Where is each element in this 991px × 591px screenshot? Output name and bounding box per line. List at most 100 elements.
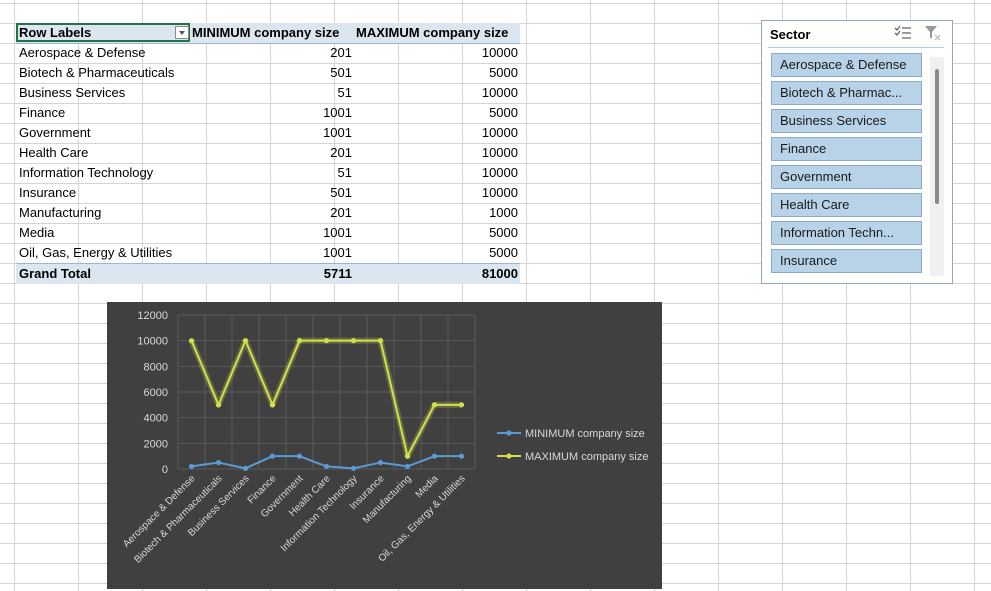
series-point xyxy=(242,465,249,471)
x-tick-label: Manufacturing xyxy=(361,473,414,526)
pivot-row-max: 10000 xyxy=(481,165,518,180)
pivot-row-max: 10000 xyxy=(481,145,518,160)
filter-dropdown-button[interactable] xyxy=(175,26,189,39)
pivot-row-max: 5000 xyxy=(489,245,518,260)
line-chart-svg: 020004000600080001000012000Aerospace & D… xyxy=(121,310,648,566)
slicer-item[interactable]: Biotech & Pharmac... xyxy=(771,81,922,105)
series-point xyxy=(296,453,303,459)
grand-total-label: Grand Total xyxy=(19,266,91,281)
slicer-scroll-thumb[interactable] xyxy=(935,69,939,204)
pivot-row[interactable]: Government 1001 10000 xyxy=(16,123,520,143)
pivot-row[interactable]: Business Services 51 10000 xyxy=(16,83,520,103)
slicer-item[interactable]: Business Services xyxy=(771,109,922,133)
grand-total-min: 5711 xyxy=(323,266,352,281)
series-point xyxy=(431,402,438,408)
y-tick-label: 8000 xyxy=(144,361,168,373)
pivot-row-label: Oil, Gas, Energy & Utilities xyxy=(19,245,173,260)
y-tick-label: 2000 xyxy=(144,438,168,450)
y-tick-label: 10000 xyxy=(137,336,168,348)
series-point xyxy=(404,463,411,470)
pivot-row[interactable]: Biotech & Pharmaceuticals 501 5000 xyxy=(16,63,520,83)
y-tick-label: 12000 xyxy=(137,310,168,322)
pivot-row[interactable]: Aerospace & Defense 201 10000 xyxy=(16,43,520,63)
pivot-row-min: 201 xyxy=(330,205,352,220)
pivot-row-min: 1001 xyxy=(323,105,352,120)
pivot-row-min: 1001 xyxy=(323,225,352,240)
sector-slicer[interactable]: Sector Aerospace & Defense Biotech & Phar… xyxy=(761,20,953,284)
pivot-row[interactable]: Manufacturing 201 1000 xyxy=(16,203,520,223)
slicer-title: Sector xyxy=(770,27,811,42)
y-tick-label: 4000 xyxy=(144,413,168,425)
pivot-row-label: Aerospace & Defense xyxy=(19,45,146,60)
pivot-row-min: 51 xyxy=(337,165,352,180)
pivot-row-max: 5000 xyxy=(489,225,518,240)
series-point xyxy=(242,338,249,344)
series-point xyxy=(323,338,330,344)
series-point xyxy=(377,459,384,466)
series-point xyxy=(350,338,357,344)
grand-total-max: 81000 xyxy=(481,266,518,281)
pivot-row[interactable]: Oil, Gas, Energy & Utilities 1001 5000 xyxy=(16,243,520,263)
series-point xyxy=(323,463,330,470)
series-point xyxy=(269,453,276,459)
multi-select-icon[interactable] xyxy=(894,25,912,41)
pivot-row-label: Media xyxy=(19,225,55,240)
pivot-row-min: 201 xyxy=(330,45,352,60)
slicer-item[interactable]: Insurance xyxy=(771,249,922,273)
pivot-row-label: Finance xyxy=(19,105,66,120)
series-point xyxy=(350,465,357,471)
pivot-row-max: 5000 xyxy=(489,105,518,120)
legend-label: MINIMUM company size xyxy=(525,428,645,440)
series-point xyxy=(404,453,411,459)
pivot-row[interactable]: Media 1001 5000 xyxy=(16,223,520,243)
slicer-item[interactable]: Health Care xyxy=(771,193,922,217)
series-point xyxy=(458,453,465,459)
pivot-row-max: 10000 xyxy=(481,85,518,100)
pivot-row[interactable]: Insurance 501 10000 xyxy=(16,183,520,203)
slicer-item[interactable]: Information Techn... xyxy=(771,221,922,245)
pivot-row-max: 1000 xyxy=(489,205,518,220)
y-tick-label: 0 xyxy=(162,464,168,476)
series-point xyxy=(215,402,222,408)
pivot-row-max: 10000 xyxy=(481,185,518,200)
grand-total-row[interactable]: Grand Total 5711 81000 xyxy=(16,263,520,284)
clear-filter-icon[interactable] xyxy=(924,25,942,41)
slicer-scrollbar[interactable] xyxy=(930,57,944,276)
series-point xyxy=(215,459,222,466)
pivot-row-label: Biotech & Pharmaceuticals xyxy=(19,65,175,80)
pivot-row-max: 5000 xyxy=(489,65,518,80)
series-point xyxy=(431,453,438,459)
slicer-item[interactable]: Government xyxy=(771,165,922,189)
series-point xyxy=(458,402,465,408)
legend-label: MAXIMUM company size xyxy=(525,451,648,463)
pivot-row-label: Business Services xyxy=(19,85,126,100)
series-point xyxy=(377,338,384,344)
series-point xyxy=(269,402,276,408)
pivot-row[interactable]: Information Technology 51 10000 xyxy=(16,163,520,183)
max-header[interactable]: MAXIMUM company size xyxy=(356,23,521,43)
pivot-row-min: 501 xyxy=(330,65,352,80)
pivot-row-label: Government xyxy=(19,125,91,140)
pivot-row-max: 10000 xyxy=(481,125,518,140)
pivot-row-label: Health Care xyxy=(19,145,89,160)
pivot-row-label: Insurance xyxy=(19,185,77,200)
pivot-row[interactable]: Health Care 201 10000 xyxy=(16,143,520,163)
pivot-row-min: 1001 xyxy=(323,125,352,140)
pivot-row-min: 501 xyxy=(330,185,352,200)
pivot-row-min: 201 xyxy=(330,145,352,160)
slicer-divider xyxy=(768,47,944,48)
pivot-row-min: 1001 xyxy=(323,245,352,260)
line-chart[interactable]: 0 2000 4000 6000 8000 10000 12000 Aerospace & D… xyxy=(107,302,662,589)
slicer-item[interactable]: Finance xyxy=(771,137,922,161)
min-header[interactable]: MINIMUM company size xyxy=(192,23,352,43)
pivot-row-label: Manufacturing xyxy=(19,205,102,220)
slicer-item[interactable]: Aerospace & Defense xyxy=(771,53,922,77)
pivot-row-max: 10000 xyxy=(481,45,518,60)
legend-marker xyxy=(506,430,512,436)
pivot-row-min: 51 xyxy=(337,85,352,100)
pivot-row-label: Information Technology xyxy=(19,165,154,180)
pivot-header-row: Row Labels MINIMUM company size MAXIMUM … xyxy=(16,23,520,44)
y-tick-label: 6000 xyxy=(144,387,168,399)
pivot-row[interactable]: Finance 1001 5000 xyxy=(16,103,520,123)
series-point xyxy=(188,463,195,470)
